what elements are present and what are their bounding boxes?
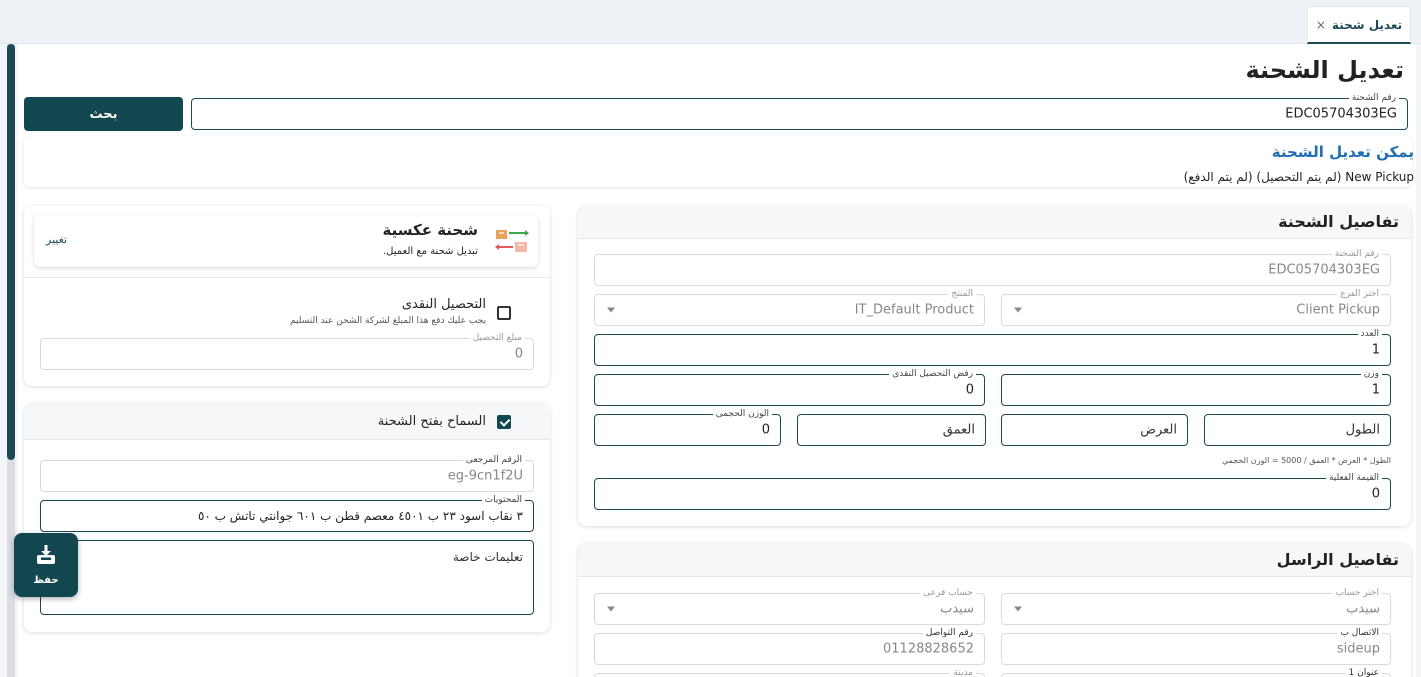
field-value: 1 — [1371, 382, 1380, 398]
field-label: حساب فرعى — [920, 587, 976, 599]
field-value: eg-9cn1f2U — [447, 468, 523, 484]
main-content: تعديل الشحنة رقم الشحنة EDC05704303EG بح… — [18, 44, 1416, 677]
shipment-number-field[interactable]: رقم الشحنة EDC05704303EG — [594, 248, 1391, 286]
search-value: EDC05704303EG — [1285, 106, 1397, 122]
width-input[interactable]: العرض — [1001, 414, 1188, 446]
sub-account-select[interactable]: حساب فرعى سيدب — [594, 587, 985, 625]
field-label: عنوان 1 — [1345, 667, 1382, 677]
field-label: رقم الشحنة — [1331, 248, 1382, 260]
card-title: تفاصيل الشحنة — [1278, 212, 1399, 231]
tab-label: تعديل شحنة — [1331, 17, 1403, 32]
weight-field[interactable]: وزن 1 — [1001, 368, 1391, 406]
allow-open-checkbox[interactable] — [497, 415, 511, 429]
chevron-down-icon — [1014, 307, 1022, 313]
branch-select[interactable]: اختر الفرع Client Pickup — [1001, 288, 1391, 326]
field-label: المنتج — [948, 288, 976, 300]
card-header: تفاصيل الراسل — [578, 543, 1411, 577]
city-field[interactable]: مدينة — [594, 667, 985, 677]
top-bar: تعديل شحنة × — [0, 0, 1421, 44]
field-label: رفض التحصيل النقدى — [889, 368, 976, 380]
cod-hint: يجب عليك دفع هذا المبلغ لشركة الشحن عند … — [290, 316, 486, 326]
card-title: تفاصيل الراسل — [1276, 550, 1399, 569]
special-instructions-textarea[interactable]: تعليمات خاصة — [40, 540, 534, 615]
field-label: الرقم المرجعى — [462, 454, 525, 466]
cod-checkbox[interactable] — [497, 306, 511, 320]
field-placeholder: الطول — [1345, 422, 1380, 438]
contact-field[interactable]: الاتصال ب sideup — [1001, 627, 1391, 665]
chevron-down-icon — [1014, 606, 1022, 612]
search-label: رقم الشحنة — [1348, 92, 1399, 104]
field-value: EDC05704303EG — [1268, 262, 1380, 278]
close-icon[interactable]: × — [1316, 18, 1326, 32]
save-tray-icon — [35, 544, 57, 569]
page-title: تعديل الشحنة — [1245, 56, 1404, 84]
field-label: الاتصال ب — [1337, 627, 1382, 639]
reverse-shipment-box: شحنة عكسية تبديل شحنة مع العميل. تغيير — [34, 215, 538, 267]
reference-field[interactable]: الرقم المرجعى eg-9cn1f2U — [40, 454, 534, 492]
save-label: حفظ — [33, 575, 59, 586]
change-link[interactable]: تغيير — [46, 233, 67, 246]
field-value: Client Pickup — [1296, 302, 1380, 318]
field-label: القيمة الفعلية — [1325, 472, 1382, 484]
field-label: العدد — [1357, 328, 1382, 340]
address-field[interactable]: عنوان 1 — [1001, 667, 1391, 677]
field-value: 01128828652 — [883, 641, 974, 657]
sender-details-card: تفاصيل الراسل اختر حساب سيدب حساب فرعى س… — [578, 543, 1411, 677]
phone-field[interactable]: رقم التواصل 01128828652 — [594, 627, 985, 665]
cod-reject-field[interactable]: رفض التحصيل النقدى 0 — [594, 368, 985, 406]
tab-edit-shipment[interactable]: تعديل شحنة × — [1307, 6, 1411, 44]
field-value: سيدب — [1346, 601, 1380, 617]
field-label: اختر حساب — [1332, 587, 1382, 599]
account-select[interactable]: اختر حساب سيدب — [1001, 587, 1391, 625]
volumetric-weight-field[interactable]: الوزن الحجمى 0 — [594, 408, 781, 446]
chevron-down-icon — [607, 606, 615, 612]
field-value: سيدب — [940, 601, 974, 617]
field-label: وزن — [1360, 368, 1382, 380]
allow-open-label: السماح بفتح الشحنة — [377, 414, 486, 429]
length-input[interactable]: الطول — [1204, 414, 1391, 446]
reverse-title: شحنة عكسية — [382, 221, 478, 239]
chevron-down-icon — [607, 307, 615, 313]
volumetric-formula: الطول * العرض * العمق / 5000 = الوزن الح… — [1221, 456, 1391, 465]
field-label: مدينة — [950, 667, 976, 677]
field-value: sideup — [1336, 641, 1380, 657]
field-label: اختر الفرع — [1337, 288, 1382, 300]
field-value: IT_Default Product — [854, 302, 974, 318]
swap-boxes-icon — [494, 225, 530, 255]
divider — [24, 277, 550, 278]
field-value: 0 — [514, 346, 523, 362]
field-value: 0 — [965, 382, 974, 398]
textarea-placeholder: تعليمات خاصة — [452, 550, 523, 564]
field-label: مبلغ التحصيل — [469, 332, 525, 344]
actual-value-field[interactable]: القيمة الفعلية 0 — [594, 472, 1391, 510]
field-placeholder: العمق — [942, 422, 975, 438]
shipment-search-input[interactable]: رقم الشحنة EDC05704303EG — [191, 92, 1408, 130]
editable-notice: يمكن تعديل الشحنة — [1271, 143, 1414, 161]
cod-amount-field[interactable]: مبلغ التحصيل 0 — [40, 332, 534, 370]
field-value: 0 — [761, 422, 770, 438]
shipment-status: New Pickup (لم يتم التحصيل) (لم يتم الدف… — [1183, 170, 1414, 184]
depth-input[interactable]: العمق — [797, 414, 986, 446]
field-label: رقم التواصل — [922, 627, 976, 639]
field-placeholder: العرض — [1140, 422, 1177, 438]
card-header: تفاصيل الشحنة — [578, 206, 1411, 239]
field-label: الوزن الحجمى — [712, 408, 772, 420]
field-label: المحتويات — [481, 494, 525, 506]
field-value: 1 — [1371, 342, 1380, 358]
count-field[interactable]: العدد 1 — [594, 328, 1391, 366]
search-button[interactable]: بحث — [24, 97, 183, 131]
product-select[interactable]: المنتج IT_Default Product — [594, 288, 985, 326]
shipment-details-card: تفاصيل الشحنة رقم الشحنة EDC05704303EG ا… — [578, 206, 1411, 526]
save-button[interactable]: حفظ — [14, 533, 78, 597]
contents-field[interactable]: المحتويات ٣ نقاب اسود ٢٣ ب ٤٥٠١ معصم قطن… — [40, 494, 534, 532]
cod-label: التحصيل النقدى — [401, 297, 486, 312]
field-value: ٣ نقاب اسود ٢٣ ب ٤٥٠١ معصم قطن ب ٦٠١ جوا… — [197, 509, 523, 523]
reverse-subtitle: تبديل شحنة مع العميل. — [382, 246, 478, 257]
scrollbar-thumb[interactable] — [7, 44, 15, 460]
field-value: 0 — [1371, 486, 1380, 502]
